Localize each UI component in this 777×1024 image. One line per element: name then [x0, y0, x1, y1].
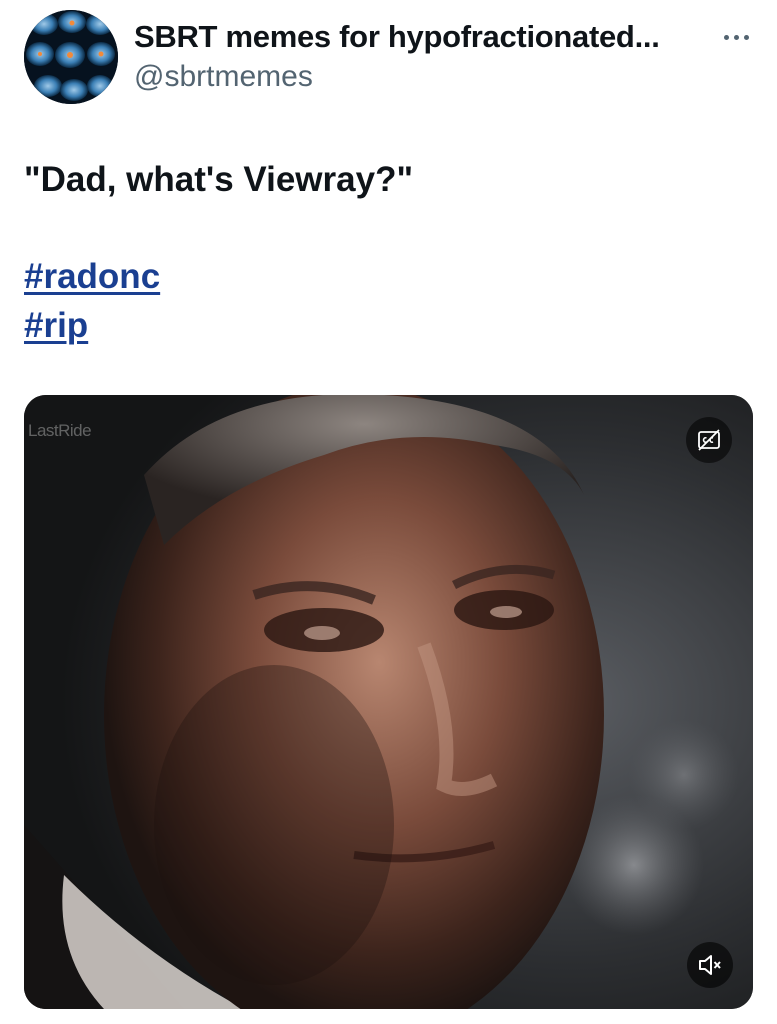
closed-captions-icon: [698, 429, 720, 451]
avatar[interactable]: [24, 10, 118, 104]
video-player[interactable]: LastRide: [24, 395, 753, 1009]
hashtag-link-rip[interactable]: #rip: [24, 303, 88, 349]
more-options-button[interactable]: [714, 22, 758, 52]
captions-button[interactable]: [686, 417, 732, 463]
author-handle[interactable]: @sbrtmemes: [134, 57, 313, 97]
more-dot: [743, 34, 749, 40]
mute-toggle-button[interactable]: [687, 942, 733, 988]
ct-scan-avatar-icon: [24, 10, 118, 104]
more-horizontal-icon: [723, 34, 729, 40]
video-frame: [24, 395, 753, 1009]
hashtag-link-radonc[interactable]: #radonc: [24, 254, 160, 300]
author-display-name[interactable]: SBRT memes for hypofractionated...: [134, 17, 660, 57]
more-dot: [733, 34, 739, 40]
tweet-text: "Dad, what's Viewray?": [24, 160, 414, 199]
video-watermark: LastRide: [28, 421, 92, 440]
volume-muted-icon: [699, 955, 721, 975]
